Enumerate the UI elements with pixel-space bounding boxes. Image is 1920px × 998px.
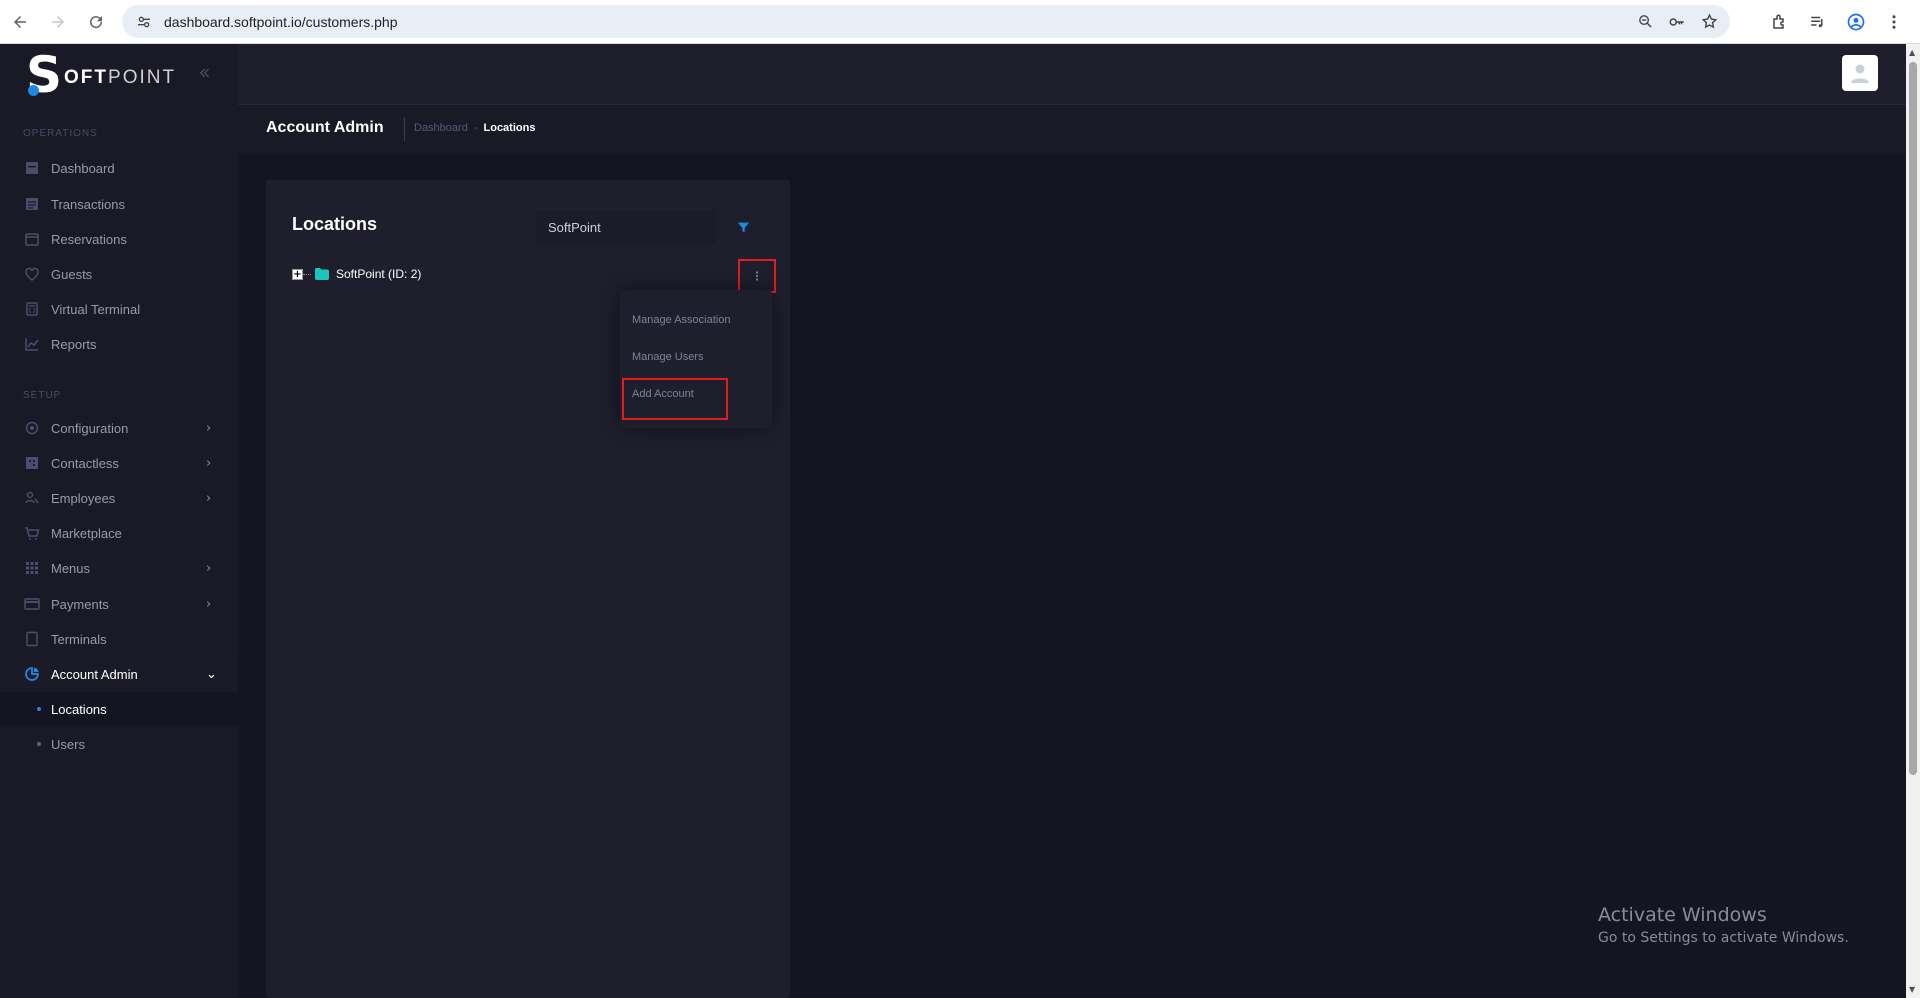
- sidebar-item-dashboard[interactable]: Dashboard: [0, 151, 238, 185]
- gear-icon: [24, 420, 40, 436]
- reload-button[interactable]: [78, 4, 114, 40]
- sidebar-item-employees[interactable]: Employees ›: [0, 481, 238, 515]
- windows-activation-watermark: Activate Windows Go to Settings to activ…: [1598, 904, 1849, 946]
- grid-icon: [24, 560, 40, 576]
- url-text[interactable]: dashboard.softpoint.io/customers.php: [164, 14, 397, 30]
- sidebar-item-account-admin[interactable]: Account Admin ⌄: [0, 657, 238, 691]
- filter-button[interactable]: [732, 216, 754, 238]
- breadcrumb-dashboard[interactable]: Dashboard: [414, 122, 468, 134]
- tree-expand-icon[interactable]: +: [292, 268, 303, 280]
- brand-logo[interactable]: S OFTPOINT: [26, 50, 176, 100]
- sidebar-item-payments[interactable]: Payments ›: [0, 587, 238, 621]
- kebab-menu-icon: [755, 271, 759, 281]
- locations-panel: Locations + SoftPoint (ID: 2) Manage Ass…: [266, 180, 790, 998]
- sidebar-item-configuration[interactable]: Configuration ›: [0, 411, 238, 445]
- chevron-right-icon: ›: [206, 490, 212, 506]
- address-bar[interactable]: dashboard.softpoint.io/customers.php: [122, 5, 1730, 38]
- sidebar: S OFTPOINT OPERATIONS Dashboard Transact…: [0, 44, 238, 998]
- password-key-icon[interactable]: [1666, 11, 1688, 33]
- user-icon: [1851, 64, 1869, 83]
- sidebar-item-contactless[interactable]: Contactless ›: [0, 446, 238, 480]
- chevron-right-icon: ›: [206, 596, 212, 612]
- logo-wordmark: OFTPOINT: [64, 67, 177, 88]
- breadcrumb: Dashboard - Locations: [414, 122, 535, 134]
- sidebar-item-reservations[interactable]: Reservations: [0, 222, 238, 256]
- panel-title: Locations: [292, 214, 378, 234]
- watermark-subtitle: Go to Settings to activate Windows.: [1598, 930, 1849, 946]
- dashboard-icon: [24, 160, 40, 176]
- forward-button[interactable]: [40, 4, 76, 40]
- chevron-down-icon: ⌄: [206, 666, 217, 682]
- pie-icon: [24, 666, 40, 682]
- bookmark-star-icon[interactable]: [1698, 11, 1720, 33]
- folder-icon: [315, 268, 329, 280]
- scroll-up-arrow-icon[interactable]: ▲: [1909, 48, 1915, 57]
- menu-item-manage-users[interactable]: Manage Users: [632, 351, 704, 363]
- title-divider: [404, 117, 405, 141]
- sidebar-subitem-locations[interactable]: Locations: [0, 692, 238, 726]
- zoom-icon[interactable]: [1634, 11, 1656, 33]
- media-controls-icon[interactable]: [1806, 10, 1830, 34]
- tablet-icon: [24, 631, 40, 647]
- qr-icon: [24, 455, 40, 471]
- profile-icon[interactable]: [1844, 10, 1868, 34]
- reload-icon: [90, 15, 103, 28]
- sidebar-item-transactions[interactable]: Transactions: [0, 187, 238, 221]
- sidebar-subitem-users[interactable]: Users: [0, 727, 238, 761]
- sidebar-item-marketplace[interactable]: Marketplace: [0, 516, 238, 550]
- chevron-right-icon: ›: [206, 560, 212, 576]
- browser-menu-icon[interactable]: [1882, 10, 1906, 34]
- add-account-highlight: [622, 378, 728, 420]
- chevron-right-icon: ›: [206, 455, 212, 471]
- employees-icon: [24, 490, 40, 506]
- page-title: Account Admin: [266, 119, 384, 136]
- back-button[interactable]: [2, 4, 38, 40]
- sidebar-item-menus[interactable]: Menus ›: [0, 551, 238, 585]
- bullet-icon: [37, 742, 41, 746]
- main-content: Locations + SoftPoint (ID: 2) Manage Ass…: [238, 154, 1906, 998]
- extensions-icon[interactable]: [1768, 10, 1792, 34]
- page-scrollbar[interactable]: ▲ ▼: [1906, 44, 1920, 998]
- breadcrumb-current: Locations: [483, 122, 536, 134]
- tree-node-row: + SoftPoint (ID: 2): [292, 264, 421, 284]
- bullet-icon: [37, 707, 41, 711]
- tree-connector: [303, 273, 311, 275]
- filter-icon: [737, 222, 749, 232]
- calculator-icon: [24, 301, 40, 317]
- top-header: [238, 44, 1906, 104]
- cart-icon: [24, 525, 40, 541]
- heart-icon: [24, 266, 40, 282]
- scroll-thumb[interactable]: [1909, 62, 1917, 775]
- browser-toolbar: dashboard.softpoint.io/customers.php: [0, 0, 1920, 44]
- sidebar-item-virtual-terminal[interactable]: Virtual Terminal: [0, 292, 238, 326]
- arrow-right-icon: [52, 15, 64, 28]
- arrow-left-icon: [14, 15, 26, 28]
- menu-item-manage-association[interactable]: Manage Association: [632, 314, 730, 326]
- sidebar-item-guests[interactable]: Guests: [0, 257, 238, 291]
- chevron-right-icon: ›: [206, 420, 212, 436]
- tree-node-label[interactable]: SoftPoint (ID: 2): [336, 267, 421, 281]
- breadcrumb-separator: -: [473, 122, 478, 134]
- node-actions-menu: Manage Association Manage Users Add Acco…: [620, 290, 772, 428]
- sidebar-item-terminals[interactable]: Terminals: [0, 622, 238, 656]
- watermark-title: Activate Windows: [1598, 904, 1767, 926]
- site-settings-icon[interactable]: [134, 12, 154, 32]
- user-avatar[interactable]: [1842, 55, 1878, 91]
- sidebar-collapse-icon[interactable]: [196, 62, 212, 86]
- logo-dot: [28, 85, 39, 96]
- card-icon: [24, 596, 40, 612]
- calendar-icon: [24, 231, 40, 247]
- sidebar-item-reports[interactable]: Reports: [0, 327, 238, 361]
- node-actions-button[interactable]: [738, 259, 776, 293]
- section-label-setup: SETUP: [23, 390, 62, 401]
- scroll-down-arrow-icon[interactable]: ▼: [1909, 985, 1915, 994]
- section-label-operations: OPERATIONS: [23, 128, 98, 139]
- location-search-input[interactable]: [536, 210, 716, 244]
- chart-icon: [24, 336, 40, 352]
- list-icon: [24, 196, 40, 212]
- subheader: Account Admin Dashboard - Locations: [238, 104, 1906, 154]
